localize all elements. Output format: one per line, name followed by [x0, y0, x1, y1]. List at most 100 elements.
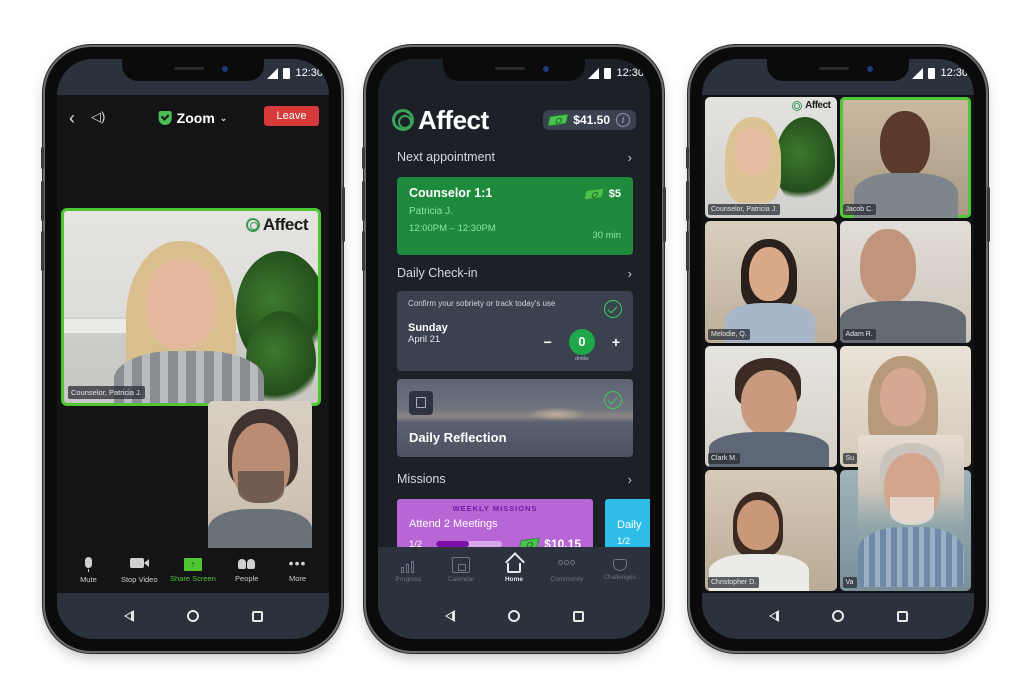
speaker-icon[interactable]: ◁) [91, 109, 105, 125]
missions-header[interactable]: Missions › [378, 467, 650, 491]
zoom-header: ‹ ◁) Zoom ⌄ Leave [57, 95, 329, 141]
appointment-card[interactable]: Counselor 1:1 Patricia J. 12:00PM – 12:3… [397, 177, 633, 255]
more-button[interactable]: ••• More [278, 556, 318, 583]
bottom-tab-bar: Progress Calendar Home Community Challen… [378, 547, 650, 593]
trophy-icon [612, 559, 627, 571]
affect-logo-icon [792, 100, 803, 111]
leave-button[interactable]: Leave [264, 106, 319, 126]
daily-reflection-title: Daily Reflection [409, 430, 507, 445]
recents-square-icon[interactable] [572, 610, 584, 622]
participant-name-tag: Jacob C. [842, 204, 877, 216]
people-button[interactable]: People [227, 558, 267, 583]
affect-logo: Affect [392, 105, 489, 136]
signal-icon [912, 67, 924, 79]
participant-name-tag: Va [842, 577, 857, 588]
power-button [342, 187, 345, 242]
increment-button[interactable]: + [612, 334, 620, 350]
participant-tile[interactable]: Clark M. [705, 345, 837, 467]
battery-icon [604, 67, 612, 79]
tab-home[interactable]: Home [491, 557, 537, 583]
drinks-stepper: − 0 drinks + [544, 329, 620, 362]
home-circle-icon[interactable] [507, 610, 520, 622]
back-triangle-icon[interactable] [444, 610, 455, 622]
screen: 12:30 Affect Counselor, Patricia J. Jaco… [702, 59, 974, 639]
chevron-right-icon: › [627, 471, 632, 487]
check-circle-icon [604, 391, 622, 409]
participant-name-tag: Counselor, Patricia J. [68, 386, 145, 399]
participant-tile-active-speaker[interactable]: Jacob C. [839, 97, 971, 219]
signal-icon [267, 67, 279, 79]
tab-community[interactable]: Community [544, 557, 590, 583]
daily-reflection-card[interactable]: Daily Reflection [397, 379, 633, 457]
participant-name-tag: Counselor, Patricia J. [708, 204, 781, 216]
status-time: 12:30 [295, 67, 323, 79]
daily-checkin-header[interactable]: Daily Check-in › [378, 261, 650, 285]
volume-up-button [686, 181, 689, 221]
phone-zoom-call: 12:30 ‹ ◁) Zoom ⌄ Leave Affect Counselor… [41, 47, 345, 651]
power-button [987, 187, 990, 242]
recents-square-icon[interactable] [896, 610, 908, 622]
volume-down-button [686, 231, 689, 271]
volume-down-button [41, 231, 44, 271]
phone-gallery-view: 12:30 Affect Counselor, Patricia J. Jaco… [686, 47, 990, 651]
wallet-balance[interactable]: $41.50 i [543, 110, 636, 130]
plant-image [775, 117, 835, 207]
tab-challenges[interactable]: Challenges [597, 559, 643, 581]
affect-watermark: Affect [245, 215, 309, 235]
self-view-video[interactable] [208, 401, 312, 557]
share-screen-button[interactable]: ↑ Share Screen [170, 558, 216, 583]
home-circle-icon[interactable] [186, 610, 199, 622]
participant-name-tag: Melodie, Q. [708, 328, 750, 340]
affect-logo-icon [392, 109, 414, 131]
drinks-count: 0 drinks [568, 329, 595, 362]
chart-trend-icon [399, 557, 417, 573]
mission-title: Attend 2 Meetings [409, 518, 498, 530]
home-circle-icon[interactable] [831, 610, 844, 622]
participant-tile[interactable]: Affect Counselor, Patricia J. [705, 97, 837, 219]
weekly-mission-card[interactable]: WEEKLY MISSIONS Attend 2 Meetings 1/2 $1… [397, 499, 593, 547]
chevron-left-icon[interactable]: ‹ [69, 109, 75, 127]
participant-name-tag: Su [842, 452, 858, 464]
tab-calendar[interactable]: Calendar [438, 557, 484, 583]
self-view-video[interactable] [858, 435, 964, 587]
mission-kicker: WEEKLY MISSIONS [452, 504, 538, 513]
home-icon [506, 563, 521, 573]
home-feed[interactable]: Next appointment › Counselor 1:1 Patrici… [378, 145, 650, 547]
mute-button[interactable]: Mute [68, 557, 108, 584]
tab-progress[interactable]: Progress [385, 557, 431, 583]
next-appointment-header[interactable]: Next appointment › [378, 145, 650, 169]
decrement-button[interactable]: − [544, 334, 552, 350]
mission-title: Daily [617, 519, 642, 531]
back-triangle-icon[interactable] [768, 610, 779, 622]
check-circle-icon[interactable] [604, 300, 622, 318]
chevron-down-icon: ⌄ [219, 112, 228, 123]
participant-tile[interactable]: Adam R. [839, 221, 971, 343]
status-bar: 12:30 [57, 59, 329, 95]
recents-square-icon[interactable] [251, 610, 263, 622]
participant-face [749, 247, 789, 302]
checkin-prompt: Confirm your sobriety or track today's u… [408, 299, 556, 308]
participant-name-tag: Adam R. [842, 328, 876, 340]
volume-up-button [41, 181, 44, 221]
daily-checkin-card: Confirm your sobriety or track today's u… [397, 291, 633, 371]
info-icon[interactable]: i [616, 113, 630, 127]
calendar-icon [452, 557, 471, 573]
meeting-title[interactable]: Zoom ⌄ [158, 110, 228, 126]
microphone-icon [84, 557, 92, 572]
daily-mission-card[interactable]: Daily 1/2 [605, 499, 650, 547]
appointment-reward: $5 [583, 187, 621, 201]
status-bar: 12:30 [702, 59, 974, 95]
participant-face [879, 367, 926, 426]
notch [122, 59, 264, 81]
participant-face [741, 369, 797, 436]
shield-check-icon [158, 111, 172, 125]
appointment-time: 12:00PM – 12:30PM [409, 223, 496, 234]
active-speaker-video[interactable]: Affect Counselor, Patricia J. [61, 208, 321, 406]
cash-icon [518, 537, 540, 547]
participant-tile[interactable]: Melodie, Q. [705, 221, 837, 343]
community-icon [558, 557, 576, 573]
back-triangle-icon[interactable] [123, 610, 134, 622]
stop-video-button[interactable]: Stop Video [119, 557, 159, 584]
participant-tile[interactable]: Christopher D. [705, 469, 837, 591]
missions-carousel[interactable]: WEEKLY MISSIONS Attend 2 Meetings 1/2 $1… [397, 499, 650, 547]
